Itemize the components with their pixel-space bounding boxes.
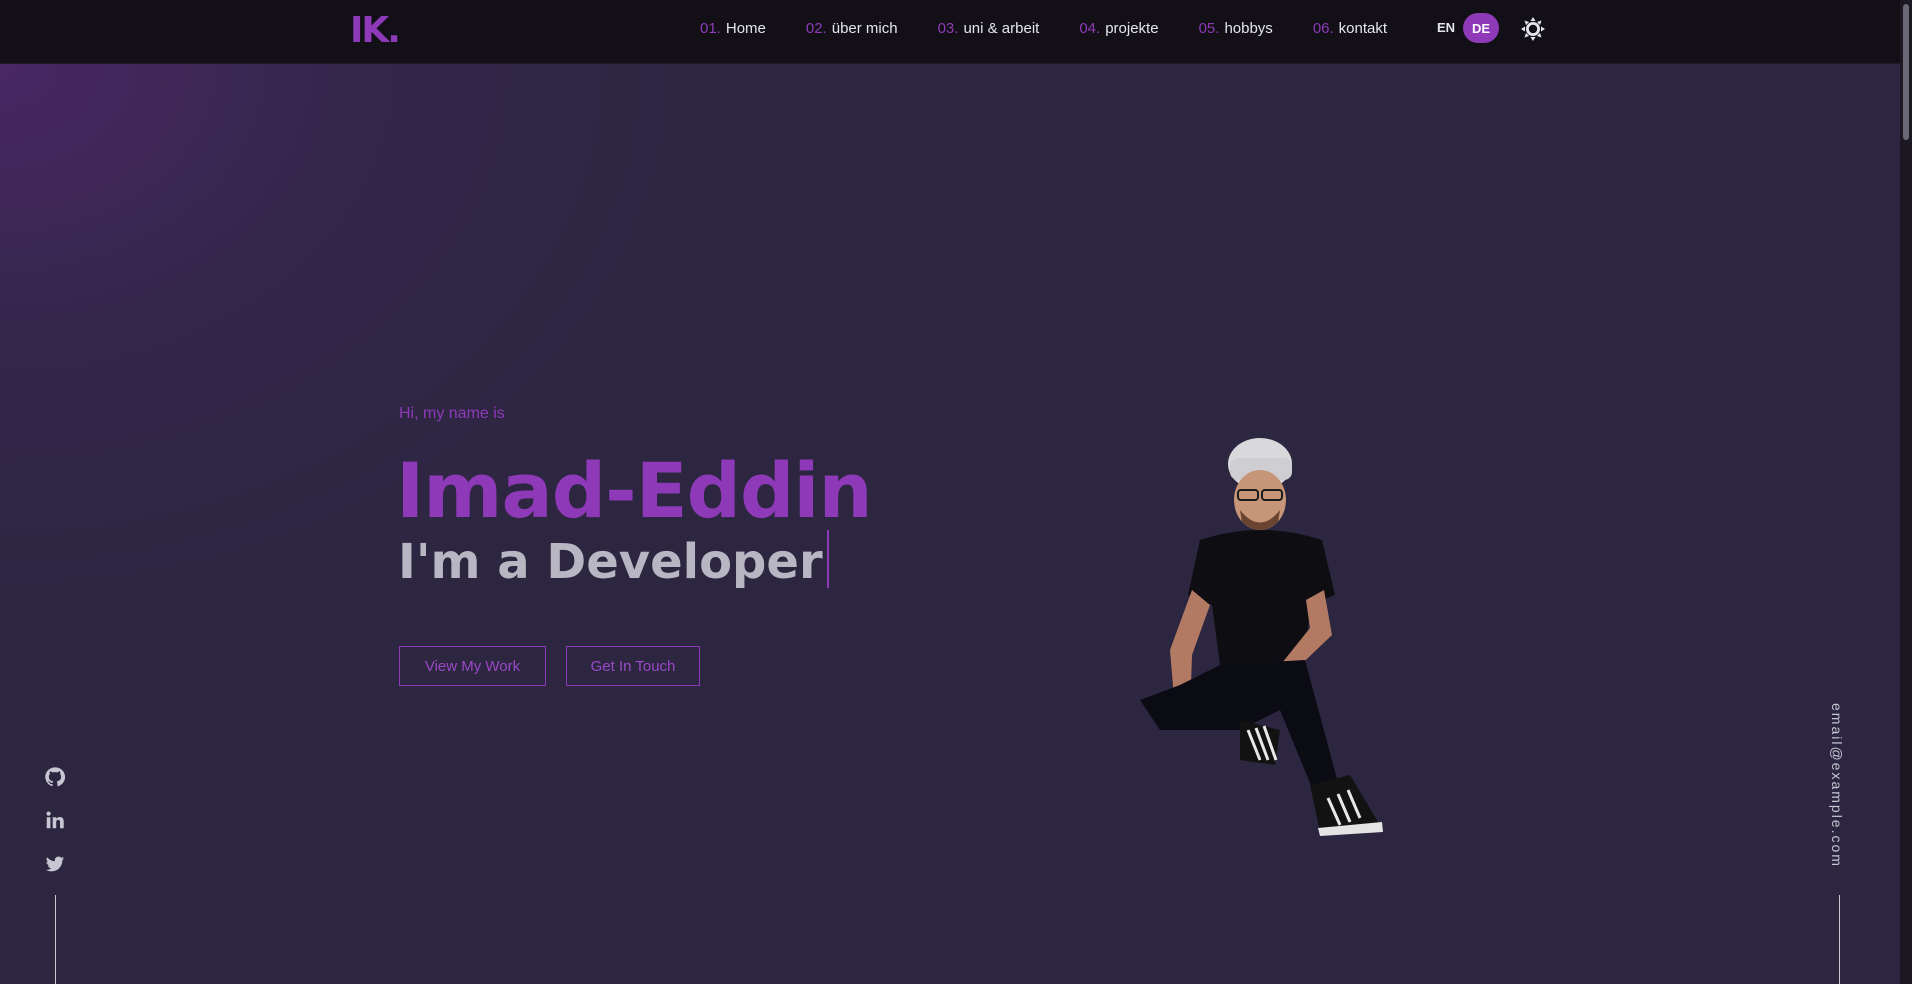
sun-icon[interactable]: [1520, 16, 1546, 42]
github-icon[interactable]: [44, 766, 66, 788]
typing-caret: [826, 530, 829, 588]
page-scrollbar[interactable]: [1900, 0, 1912, 984]
nav-item-about[interactable]: 02. über mich: [806, 20, 898, 37]
nav-number: 05.: [1198, 20, 1220, 37]
nav-label: Home: [725, 20, 766, 37]
nav-number: 03.: [937, 20, 959, 37]
linkedin-icon[interactable]: [44, 809, 66, 831]
view-work-button[interactable]: View My Work: [399, 646, 546, 686]
avatar-illustration: [1140, 438, 1383, 836]
nav-item-contact[interactable]: 06. kontakt: [1313, 20, 1387, 37]
nav-number: 04.: [1079, 20, 1101, 37]
nav-item-uni-work[interactable]: 03. uni & arbeit: [938, 20, 1040, 37]
nav-number: 06.: [1312, 20, 1334, 37]
nav-label: hobbys: [1224, 20, 1273, 37]
nav-label: projekte: [1105, 20, 1159, 37]
left-divider-line: [55, 895, 56, 984]
nav-number: 01.: [700, 20, 721, 37]
nav-item-hobbies[interactable]: 05. hobbys: [1199, 20, 1273, 37]
email-link[interactable]: email@example.com: [1829, 703, 1845, 868]
top-navbar: IK. 01. Home 02. über mich 03. uni & arbeit…: [0, 0, 1900, 64]
nav-number: 02.: [805, 20, 827, 37]
nav-label: über mich: [831, 20, 898, 37]
nav-label: uni & arbeit: [963, 20, 1040, 37]
scrollbar-thumb[interactable]: [1903, 4, 1909, 140]
main-nav: 01. Home 02. über mich 03. uni & arbeit 04.…: [700, 20, 1427, 37]
language-de-button[interactable]: DE: [1463, 13, 1499, 43]
hero-greeting: Hi, my name is: [399, 405, 505, 422]
hero-name: Imad-Eddin: [396, 446, 873, 535]
language-en-button[interactable]: EN: [1437, 20, 1455, 35]
right-divider-line: [1839, 895, 1840, 984]
site-logo[interactable]: IK.: [350, 10, 401, 51]
role-text: I'm a Developer: [398, 534, 823, 590]
nav-item-projects[interactable]: 04. projekte: [1079, 20, 1158, 37]
get-in-touch-button[interactable]: Get In Touch: [566, 646, 700, 686]
hero-role: I'm a Developer: [398, 530, 829, 590]
twitter-icon[interactable]: [44, 853, 66, 875]
nav-label: kontakt: [1338, 20, 1388, 37]
nav-item-home[interactable]: 01. Home: [700, 20, 766, 37]
